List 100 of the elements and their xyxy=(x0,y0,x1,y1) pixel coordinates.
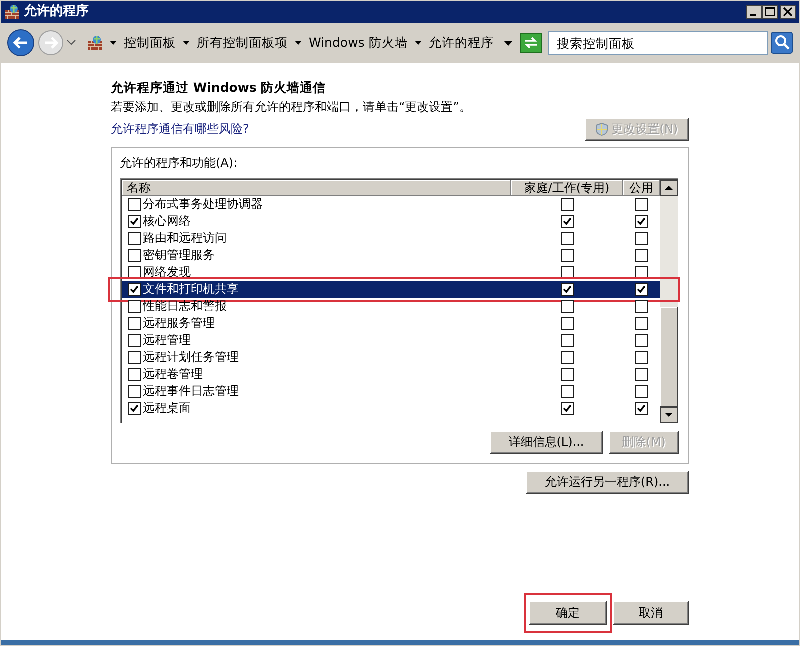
list-row[interactable]: 分布式事务处理协调器 xyxy=(122,196,660,213)
list-row[interactable]: 远程卷管理 xyxy=(122,366,660,383)
checkbox[interactable] xyxy=(128,300,141,313)
heading: 允许程序通过 Windows 防火墙通信 xyxy=(111,79,328,97)
scroll-down-button[interactable] xyxy=(660,406,678,423)
checkbox[interactable] xyxy=(560,282,574,296)
program-name: 网络发现 xyxy=(143,264,191,282)
program-name: 路由和远程访问 xyxy=(143,230,227,248)
scroll-up-button[interactable] xyxy=(660,180,678,196)
program-name: 远程服务管理 xyxy=(143,315,215,332)
program-name: 文件和打印机共享 xyxy=(143,281,239,298)
checkbox[interactable] xyxy=(560,248,574,262)
checkbox[interactable] xyxy=(635,266,648,279)
checkbox[interactable] xyxy=(560,198,574,211)
program-name: 性能日志和警报 xyxy=(143,298,227,316)
caret-icon[interactable] xyxy=(110,41,117,45)
checkbox[interactable] xyxy=(635,232,648,245)
checkbox[interactable] xyxy=(560,334,574,347)
column-header[interactable]: 名称 xyxy=(122,180,511,196)
checkbox[interactable] xyxy=(635,282,648,296)
breadcrumb-link[interactable]: 所有控制面板项 xyxy=(197,34,288,52)
checkbox[interactable] xyxy=(128,334,141,347)
minimize-button[interactable] xyxy=(746,5,762,19)
caret-icon[interactable] xyxy=(295,41,302,45)
scroll-thumb[interactable] xyxy=(660,306,678,407)
checkbox[interactable] xyxy=(128,368,141,381)
list-row[interactable]: 远程计划任务管理 xyxy=(122,348,660,366)
checkbox[interactable] xyxy=(560,402,574,415)
checkbox[interactable] xyxy=(560,300,574,313)
checkbox[interactable] xyxy=(128,316,141,330)
breadcrumb-link[interactable]: Windows 防火墙 xyxy=(309,34,408,52)
breadcrumb-link[interactable]: 控制面板 xyxy=(124,34,176,52)
list-row[interactable]: 远程事件日志管理 xyxy=(122,382,660,400)
checkbox[interactable] xyxy=(128,402,141,415)
checkbox[interactable] xyxy=(635,198,648,211)
breadcrumb-link[interactable]: 允许的程序 xyxy=(428,34,494,52)
list-row[interactable]: 远程服务管理 xyxy=(122,314,660,332)
checkbox[interactable] xyxy=(128,384,141,398)
checkbox[interactable] xyxy=(128,266,141,279)
cancel-button[interactable]: 取消 xyxy=(613,601,689,625)
search-field[interactable]: 搜索控制面板 xyxy=(548,31,768,55)
list-row[interactable]: 远程管理 xyxy=(122,332,660,349)
group-label: 允许的程序和功能(A): xyxy=(120,154,239,172)
ok-button[interactable]: 确定 xyxy=(529,601,607,625)
checkbox[interactable] xyxy=(560,384,574,398)
checkbox[interactable] xyxy=(560,214,574,228)
checkbox[interactable] xyxy=(635,300,648,313)
window-title: 允许的程序 xyxy=(24,2,89,22)
program-name: 远程卷管理 xyxy=(143,366,203,384)
checkbox[interactable] xyxy=(128,214,141,228)
search-button[interactable] xyxy=(771,32,793,54)
checkbox[interactable] xyxy=(635,334,648,347)
program-name: 核心网络 xyxy=(143,213,191,230)
details-button[interactable]: 详细信息(L)... xyxy=(490,430,603,454)
program-name: 远程计划任务管理 xyxy=(143,349,239,366)
refresh-button[interactable] xyxy=(520,33,542,53)
list-row[interactable]: 性能日志和警报 xyxy=(122,298,660,315)
firewall-icon xyxy=(4,4,20,20)
column-header[interactable]: 家庭/工作(专用) xyxy=(511,180,623,196)
checkbox[interactable] xyxy=(635,402,648,415)
dropdown-icon[interactable] xyxy=(504,40,513,46)
close-button[interactable] xyxy=(780,5,796,19)
checkbox[interactable] xyxy=(128,232,141,245)
checkbox[interactable] xyxy=(560,266,574,279)
checkbox[interactable] xyxy=(635,350,648,364)
checkbox[interactable] xyxy=(560,232,574,245)
list-row[interactable]: 文件和打印机共享 xyxy=(122,280,660,298)
list-row[interactable]: 远程桌面 xyxy=(122,400,660,417)
checkbox[interactable] xyxy=(635,248,648,262)
caret-icon[interactable] xyxy=(183,41,190,45)
checkbox[interactable] xyxy=(635,316,648,330)
scrollbar[interactable] xyxy=(660,180,678,423)
maximize-button[interactable] xyxy=(762,5,778,19)
control-panel-icon xyxy=(87,35,103,51)
checkbox[interactable] xyxy=(128,350,141,364)
checkbox[interactable] xyxy=(128,282,141,296)
list-row[interactable]: 网络发现 xyxy=(122,264,660,281)
back-button[interactable] xyxy=(7,29,35,57)
help-link[interactable]: 允许程序通信有哪些风险? xyxy=(111,120,250,138)
program-name: 远程桌面 xyxy=(143,400,191,418)
checkbox[interactable] xyxy=(128,198,141,211)
list-row[interactable]: 核心网络 xyxy=(122,212,660,230)
add-program-button[interactable]: 允许运行另一程序(R)... xyxy=(526,470,689,494)
caret-icon[interactable] xyxy=(414,41,422,45)
shield-icon xyxy=(596,122,608,136)
checkbox[interactable] xyxy=(128,248,141,262)
checkbox[interactable] xyxy=(635,384,648,398)
checkbox[interactable] xyxy=(635,214,648,228)
checkbox[interactable] xyxy=(635,368,648,381)
program-name: 分布式事务处理协调器 xyxy=(143,196,263,214)
program-name: 远程事件日志管理 xyxy=(143,383,239,400)
description: 若要添加、更改或删除所有允许的程序和端口，请单击“更改设置”。 xyxy=(111,98,472,116)
checkbox[interactable] xyxy=(560,368,574,381)
list-row[interactable]: 密钥管理服务 xyxy=(122,246,660,264)
checkbox[interactable] xyxy=(560,350,574,364)
list-row[interactable]: 路由和远程访问 xyxy=(122,230,660,247)
column-header[interactable]: 公用 xyxy=(623,180,660,196)
program-name: 密钥管理服务 xyxy=(143,247,215,264)
checkbox[interactable] xyxy=(560,316,574,330)
program-name: 远程管理 xyxy=(143,332,191,350)
